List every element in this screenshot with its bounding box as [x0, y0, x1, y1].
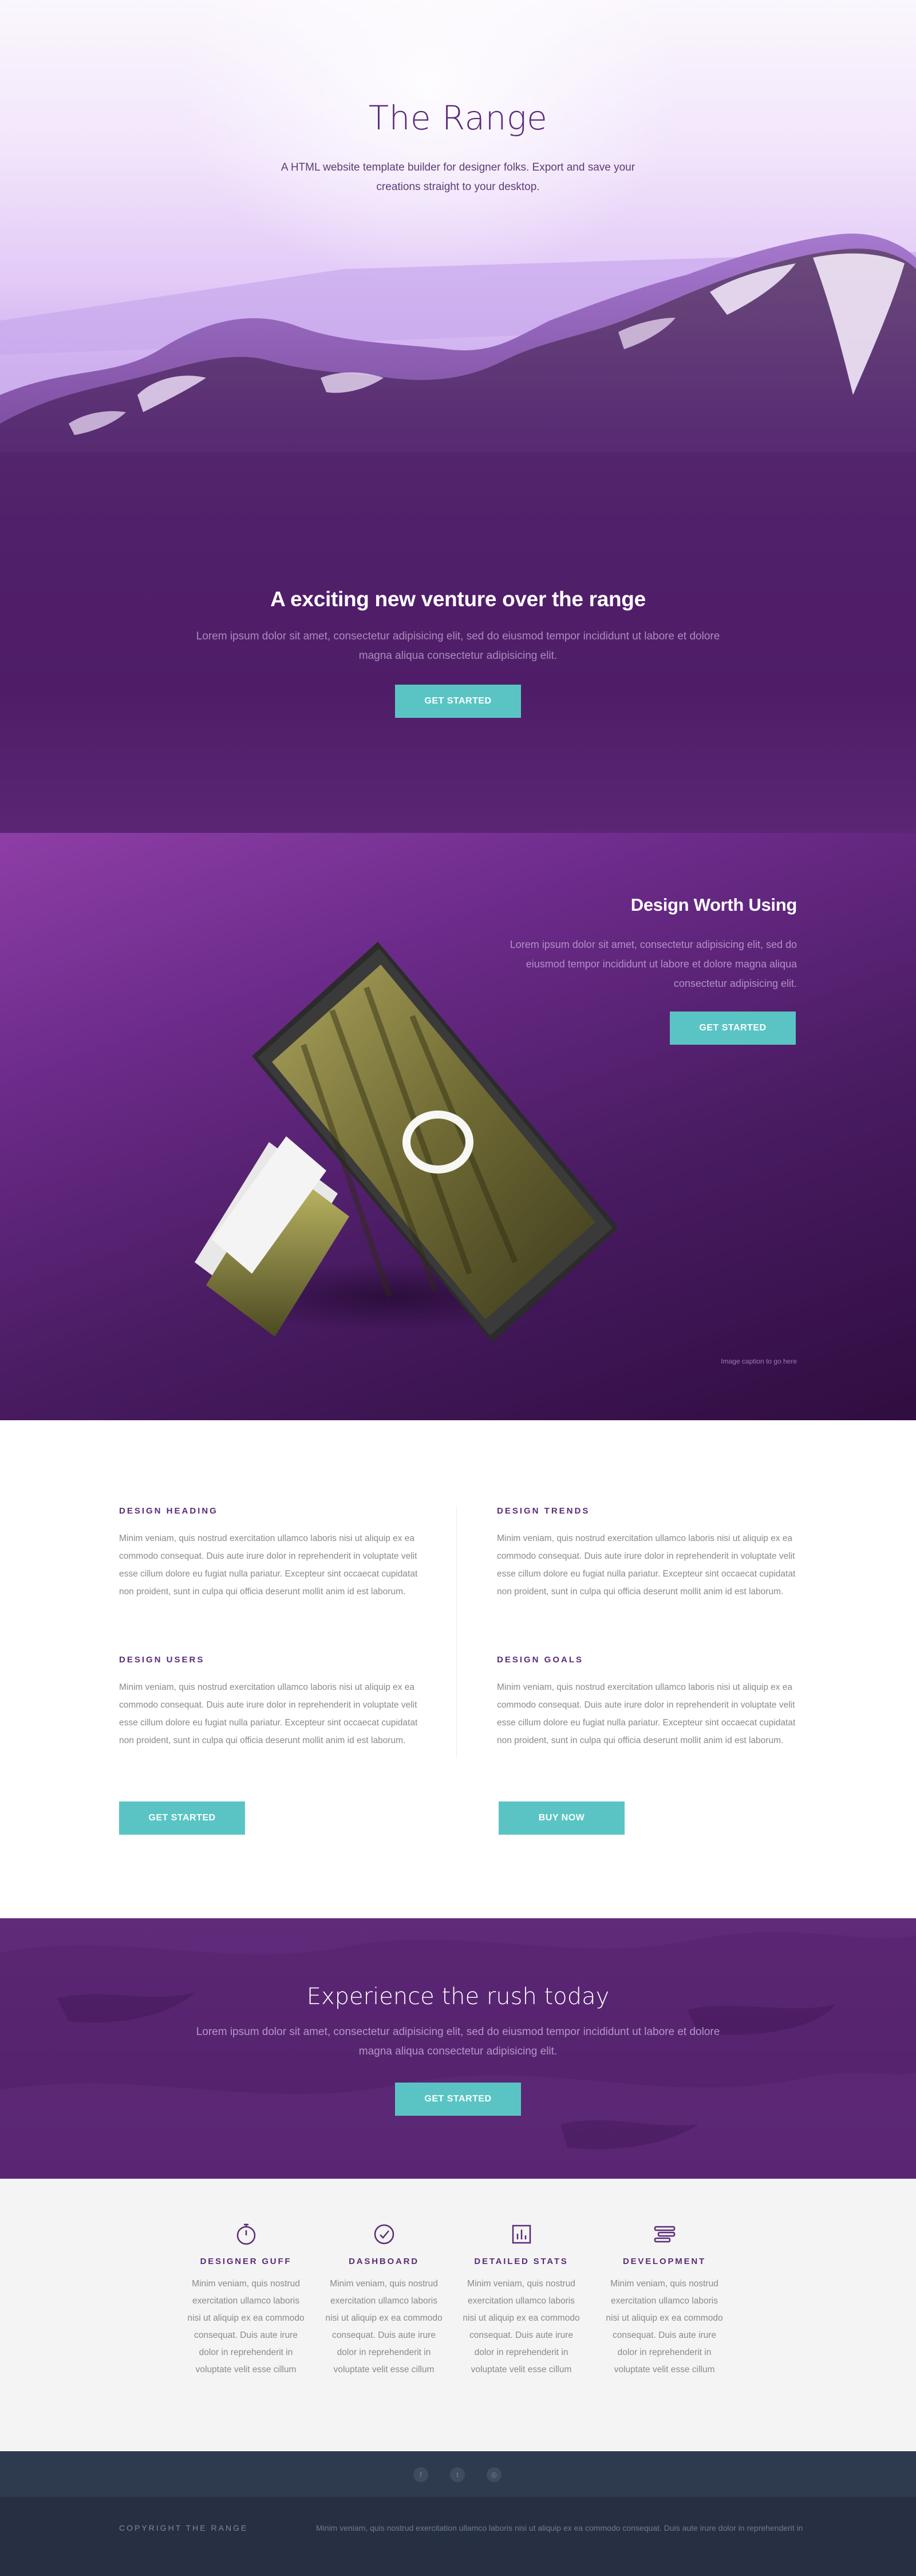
venture-text: Lorem ipsum dolor sit amet, consectetur … — [196, 630, 720, 662]
mountain-illustration — [0, 234, 916, 515]
service-dashboard: DASHBOARD Minim veniam, quis nostrud exe… — [325, 2222, 443, 2379]
service-development: DEVELOPMENT Minim veniam, quis nostrud e… — [606, 2222, 723, 2379]
rush-title: Experience the rush today — [306, 1984, 610, 2010]
service-designer-guff: DESIGNER GUFF Minim veniam, quis nostrud… — [187, 2222, 305, 2379]
service-title: DASHBOARD — [349, 2257, 419, 2266]
social-bar: f t ◎ — [0, 2451, 916, 2497]
feature-heading: DESIGN USERS — [119, 1655, 205, 1665]
rush-section: Experience the rush today Lorem ipsum do… — [0, 1918, 916, 2179]
design-section: Design Worth Using Lorem ipsum dolor sit… — [0, 833, 916, 1420]
feature-text: Minim veniam, quis nostrud exercitation … — [497, 1682, 796, 1745]
bar-chart-icon — [512, 2225, 531, 2244]
feature-design-goals: DESIGN GOALS Minim veniam, quis nostrud … — [497, 1655, 800, 1749]
feature-heading: DESIGN TRENDS — [497, 1506, 590, 1516]
feature-text: Minim veniam, quis nostrud exercitation … — [119, 1534, 418, 1597]
service-text: Minim veniam, quis nostrud exercitation … — [463, 2279, 580, 2374]
twitter-icon[interactable]: t — [450, 2467, 465, 2482]
service-detailed-stats: DETAILED STATS Minim veniam, quis nostru… — [463, 2222, 580, 2379]
venture-section: A exciting new venture over the range Lo… — [0, 515, 916, 833]
feature-text: Minim veniam, quis nostrud exercitation … — [497, 1534, 796, 1597]
service-text: Minim veniam, quis nostrud exercitation … — [325, 2279, 443, 2374]
feature-heading: DESIGN HEADING — [119, 1506, 218, 1516]
rush-get-started-button[interactable]: GET STARTED — [395, 2083, 521, 2116]
hero-title: The Range — [368, 98, 548, 137]
features-get-started-button[interactable]: GET STARTED — [119, 1801, 245, 1835]
features-section: DESIGN HEADING Minim veniam, quis nostru… — [0, 1420, 916, 1918]
design-text: Lorem ipsum dolor sit amet, consectetur … — [510, 939, 797, 989]
services-section: DESIGNER GUFF Minim veniam, quis nostrud… — [0, 2179, 916, 2451]
feature-design-heading: DESIGN HEADING Minim veniam, quis nostru… — [119, 1506, 423, 1601]
image-caption: Image caption to go here — [721, 1357, 797, 1365]
rush-text: Lorem ipsum dolor sit amet, consectetur … — [196, 2026, 720, 2057]
feature-divider — [456, 1506, 457, 1758]
service-title: DETAILED STATS — [474, 2257, 568, 2266]
feature-design-users: DESIGN USERS Minim veniam, quis nostrud … — [119, 1655, 423, 1749]
copyright: COPYRIGHT THE RANGE — [119, 2523, 248, 2532]
stack-icon — [654, 2226, 675, 2243]
venture-title: A exciting new venture over the range — [270, 587, 646, 611]
feature-heading: DESIGN GOALS — [497, 1655, 584, 1665]
footer: COPYRIGHT THE RANGE Minim veniam, quis n… — [0, 2497, 916, 2576]
buy-now-button[interactable]: BUY NOW — [499, 1801, 625, 1835]
feature-design-trends: DESIGN TRENDS Minim veniam, quis nostrud… — [497, 1506, 800, 1601]
design-get-started-button[interactable]: GET STARTED — [670, 1012, 796, 1045]
hero-subtitle: A HTML website template builder for desi… — [281, 161, 635, 193]
service-title: DESIGNER GUFF — [200, 2257, 292, 2266]
feature-text: Minim veniam, quis nostrud exercitation … — [119, 1682, 418, 1745]
get-started-button[interactable]: GET STARTED — [395, 685, 521, 718]
dribbble-icon[interactable]: ◎ — [487, 2467, 502, 2482]
service-title: DEVELOPMENT — [623, 2257, 706, 2266]
footer-text: Minim veniam, quis nostrud exercitation … — [316, 2523, 803, 2532]
service-text: Minim veniam, quis nostrud exercitation … — [606, 2279, 723, 2374]
stopwatch-icon — [236, 2223, 255, 2245]
service-text: Minim veniam, quis nostrud exercitation … — [187, 2279, 305, 2374]
design-title: Design Worth Using — [630, 895, 797, 915]
facebook-icon[interactable]: f — [413, 2467, 428, 2482]
hero-section: The Range A HTML website template builde… — [0, 0, 916, 515]
gauge-icon — [374, 2224, 394, 2245]
